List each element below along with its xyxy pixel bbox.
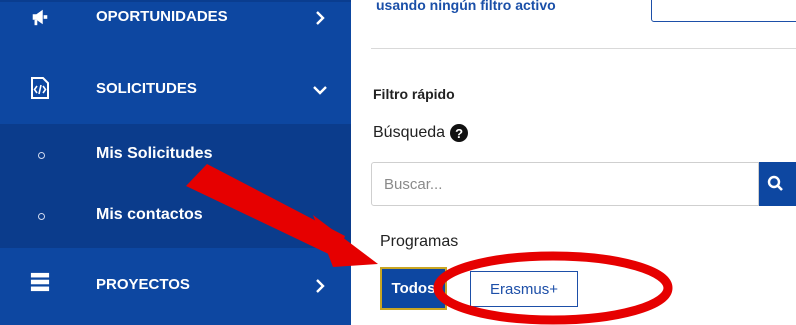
server-stack-icon [30,272,50,292]
sidebar-item-mis-solicitudes[interactable]: Mis Solicitudes [0,124,351,186]
filter-panel: usando ningún filtro activo Filtro rápid… [351,0,796,325]
megaphone-icon [30,7,50,27]
sidebar-item-label: Mis contactos [96,206,203,223]
filter-status-text: usando ningún filtro activo [376,0,556,13]
sidebar-item-proyectos[interactable]: PROYECTOS [0,252,351,314]
code-file-icon [30,77,50,99]
sidebar-item-mis-contactos[interactable]: Mis contactos [0,186,351,248]
program-filter-todos[interactable]: Todos [380,267,447,310]
search-icon [767,175,783,191]
chevron-down-icon [310,80,330,100]
sidebar-item-label: PROYECTOS [96,276,190,293]
sidebar-item-oportunidades[interactable]: OPORTUNIDADES [0,0,351,48]
quick-filter-title: Filtro rápido [373,86,455,102]
search-label-text: Búsqueda [373,124,446,141]
help-icon[interactable]: ? [450,124,469,142]
sidebar-item-label: Mis Solicitudes [96,145,213,162]
bullet-icon [38,213,45,220]
sidebar-item-solicitudes[interactable]: SOLICITUDES [0,62,351,118]
sidebar-item-label: OPORTUNIDADES [96,8,228,25]
top-filter-box[interactable] [651,0,796,22]
chevron-right-icon [310,276,330,296]
sidebar-item-label: SOLICITUDES [96,80,197,97]
search-button[interactable] [759,162,796,206]
divider [371,48,796,49]
bullet-icon [38,152,45,159]
program-filter-erasmus[interactable]: Erasmus+ [470,271,578,307]
chevron-right-icon [310,8,330,28]
search-input[interactable] [371,162,759,206]
programs-label: Programas [380,233,459,250]
sidebar: OPORTUNIDADES SOLICITUDES Mis Solicitude… [0,0,351,325]
search-label: Búsqueda ? [373,124,469,142]
